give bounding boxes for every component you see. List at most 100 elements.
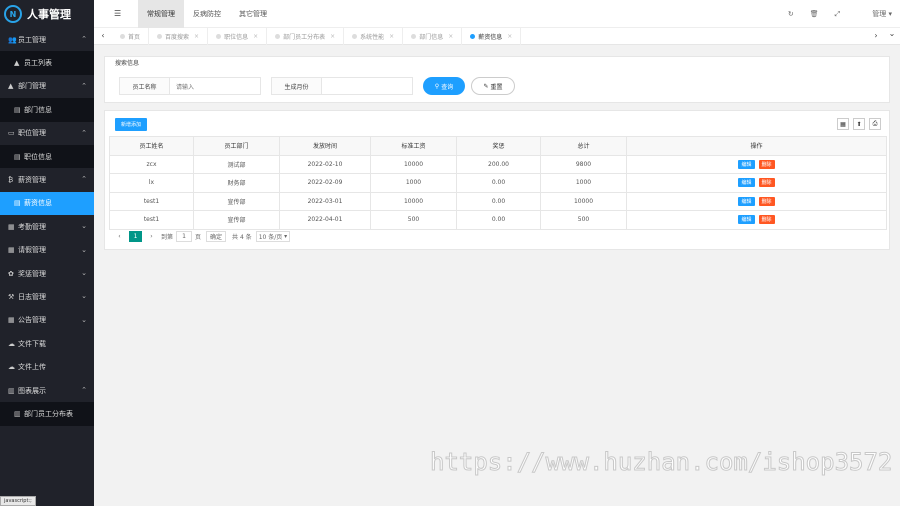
tab-dot-icon: [411, 34, 417, 39]
table-row: test1 宣传部 2022-03-01 10000 0.00 10000 编辑 删除: [109, 191, 887, 211]
page-size-select[interactable]: 10 条/页 ▾: [255, 231, 291, 242]
sidebar-item-15[interactable]: ▥ 图表展示 ⌃: [0, 379, 94, 402]
tab-close-icon[interactable]: ×: [194, 33, 199, 40]
tab-dot-icon: [157, 34, 163, 39]
top-actions: ↻ 🗑 ⤢ 管理 ▾: [772, 0, 892, 28]
column-header: 操作: [626, 136, 887, 156]
tab-label: 首页: [128, 34, 141, 41]
tab-label: 部门信息: [419, 34, 444, 41]
actions-cell: 编辑 删除: [626, 210, 887, 230]
tab-close-icon[interactable]: ×: [448, 33, 453, 40]
tab-close-icon[interactable]: ×: [389, 33, 394, 40]
search-icon: ⚲: [434, 82, 440, 90]
query-button[interactable]: ⚲ 查询: [423, 77, 465, 95]
next-page-button[interactable]: ›: [145, 231, 158, 242]
top-nav-routine[interactable]: 常规管理: [138, 0, 184, 28]
tab-2[interactable]: 职位信息 ×: [208, 28, 268, 45]
goto-page-input[interactable]: 1: [176, 231, 193, 242]
export-icon[interactable]: ⬆: [853, 118, 865, 130]
delete-button[interactable]: 删除: [758, 215, 775, 225]
tab-6[interactable]: 薪资信息 ×: [462, 28, 522, 45]
sidebar-item-11[interactable]: ⚒ 日志管理 ⌄: [0, 285, 94, 308]
columns-icon[interactable]: ▦: [837, 118, 849, 130]
tab-scroll-right-icon[interactable]: ›: [870, 31, 882, 40]
actions-cell: 编辑 删除: [626, 191, 887, 211]
user-icon: ▲: [14, 59, 20, 68]
table-cell: lx: [109, 173, 194, 193]
table-cell: 0.00: [456, 173, 541, 193]
table-panel: 新增添加 ▦ ⬆ ⎙ 员工姓名 员工部门 发放时间 标准工资 奖惩 总计 操作 zcx 测试部…: [104, 110, 890, 250]
gavel-icon: ⚒: [8, 292, 15, 301]
sidebar-item-12[interactable]: ▦ 公告管理 ⌄: [0, 309, 94, 332]
sidebar-item-4[interactable]: ▭ 职位管理 ⌃: [0, 122, 94, 145]
tab-close-icon[interactable]: ×: [253, 33, 258, 40]
goto-label: 到第: [161, 234, 174, 241]
menu-toggle-icon[interactable]: ☰: [114, 9, 121, 18]
top-nav-other[interactable]: 其它管理: [230, 0, 276, 28]
tab-label: 部门员工分布表: [283, 34, 326, 41]
sidebar-item-label: 奖惩管理: [18, 269, 46, 278]
prev-page-button[interactable]: ‹: [113, 231, 126, 242]
delete-button[interactable]: 删除: [758, 159, 775, 169]
sidebar-item-3[interactable]: ▤ 部门信息: [0, 98, 94, 122]
pagination: ‹ 1 › 到第 1 页 确定 共 4 条 10 条/页 ▾: [113, 231, 291, 242]
table-cell: 0.00: [456, 191, 541, 211]
sidebar-item-16[interactable]: ▥ 部门员工分布表: [0, 402, 94, 426]
fullscreen-icon[interactable]: ⤢: [835, 10, 841, 19]
tab-dot-icon: [352, 34, 358, 39]
sidebar-item-6[interactable]: ₿ 薪资管理 ⌃: [0, 168, 94, 191]
edit-button[interactable]: 编辑: [738, 196, 755, 206]
month-label: 生成月份: [272, 78, 322, 94]
employee-name-input[interactable]: 请输入: [170, 78, 260, 94]
chevron-icon: ⌃: [81, 128, 87, 137]
goto-confirm-button[interactable]: 确定: [206, 231, 227, 242]
refresh-icon[interactable]: ↻: [788, 10, 794, 18]
sidebar-item-9[interactable]: ▦ 请假管理 ⌄: [0, 239, 94, 262]
sidebar-item-1[interactable]: ▲ 员工列表: [0, 51, 94, 75]
tab-1[interactable]: 百度搜索 ×: [149, 28, 209, 45]
sidebar-item-label: 公告管理: [18, 316, 46, 325]
sidebar-item-10[interactable]: ✿ 奖惩管理 ⌄: [0, 262, 94, 285]
tab-5[interactable]: 部门信息 ×: [403, 28, 463, 45]
user-name: 管理: [872, 10, 887, 18]
tab-scroll-left-icon[interactable]: ‹: [97, 31, 109, 40]
month-input[interactable]: [322, 78, 412, 94]
edit-button[interactable]: 编辑: [738, 215, 755, 225]
sidebar-item-2[interactable]: ▲ 部门管理 ⌃: [0, 75, 94, 98]
sidebar-item-14[interactable]: ☁ 文件上传: [0, 355, 94, 378]
users-icon: 👥: [8, 35, 17, 44]
sidebar-item-8[interactable]: ▦ 考勤管理 ⌄: [0, 215, 94, 238]
tab-menu-icon[interactable]: ⌄: [886, 29, 898, 38]
reset-button[interactable]: ✎ 重置: [471, 77, 515, 95]
current-page[interactable]: 1: [129, 231, 142, 242]
table-cell: 10000: [370, 191, 457, 211]
tab-0[interactable]: 首页: [112, 28, 150, 45]
sidebar-item-7[interactable]: ▤ 薪资信息: [0, 191, 94, 216]
cloud-upload-icon: ☁: [8, 363, 15, 372]
user-menu[interactable]: 管理 ▾: [856, 9, 892, 19]
edit-button[interactable]: 编辑: [738, 178, 755, 188]
trash-icon[interactable]: 🗑: [810, 10, 819, 18]
app-logo[interactable]: N 人事管理: [0, 0, 94, 28]
delete-button[interactable]: 删除: [758, 196, 775, 206]
calendar-icon: ▦: [8, 316, 15, 325]
column-header: 总计: [540, 136, 627, 156]
yen-icon: ₿: [8, 176, 14, 185]
sidebar-item-0[interactable]: 👥 员工管理 ⌃: [0, 28, 94, 51]
tab-close-icon[interactable]: ×: [330, 33, 335, 40]
table-cell: 200.00: [456, 154, 541, 174]
tab-4[interactable]: 系统性能 ×: [344, 28, 404, 45]
cloud-download-icon: ☁: [8, 339, 15, 348]
sidebar-item-5[interactable]: ▤ 职位信息: [0, 144, 94, 169]
tab-close-icon[interactable]: ×: [507, 33, 512, 40]
tab-3[interactable]: 部门员工分布表 ×: [267, 28, 345, 45]
top-nav-epidemic[interactable]: 反病防控: [184, 0, 230, 28]
chevron-icon: ⌄: [81, 268, 87, 277]
edit-button[interactable]: 编辑: [738, 159, 755, 169]
add-button[interactable]: 新增添加: [115, 118, 147, 131]
delete-button[interactable]: 删除: [758, 178, 775, 188]
print-icon[interactable]: ⎙: [869, 118, 881, 130]
tab-dot-icon: [470, 34, 476, 39]
sidebar-item-13[interactable]: ☁ 文件下载: [0, 332, 94, 355]
sidebar-item-label: 薪资信息: [24, 199, 52, 208]
